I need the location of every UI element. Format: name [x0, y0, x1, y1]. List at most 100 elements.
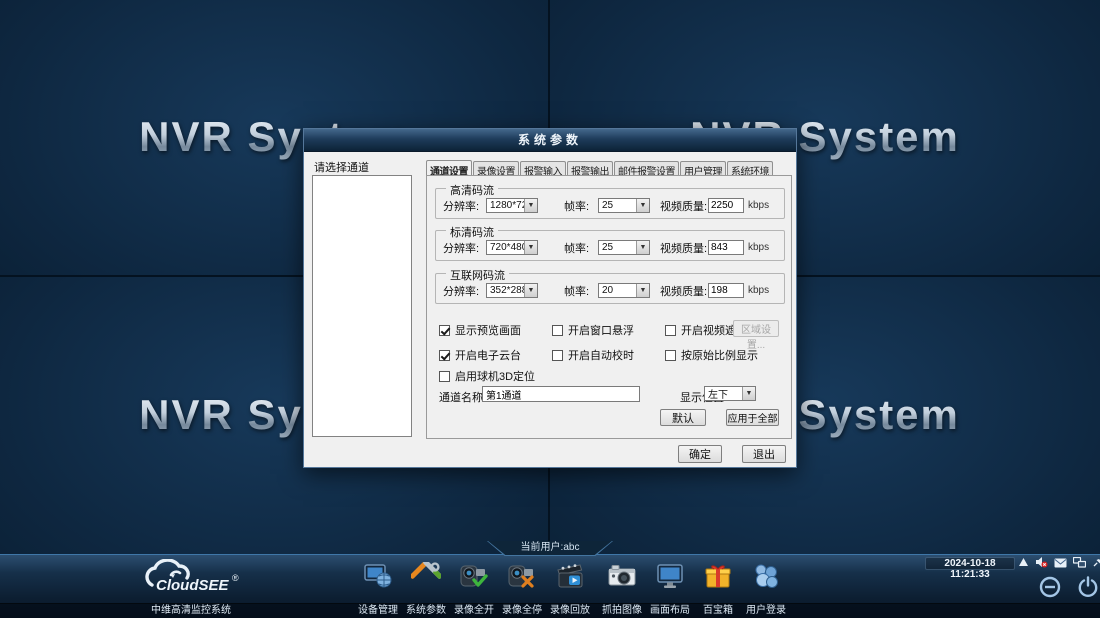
hd-quality-label: 视频质量: [660, 198, 707, 214]
settings-tabs: 通道设置 录像设置 报警输入 报警输出 邮件报警设置 用户管理 系统环境 [426, 161, 774, 176]
checkbox-box[interactable] [665, 325, 676, 336]
minimize-button[interactable] [1038, 575, 1062, 604]
chevron-down-icon: ▼ [636, 199, 649, 212]
device-management-icon [363, 562, 393, 595]
taskbar-item-label: 录像全开 [448, 604, 500, 617]
system-parameters-icon [411, 562, 441, 595]
taskbar-item-snapshot[interactable]: 抓拍图像 [596, 560, 648, 618]
apply-all-button[interactable]: 应用于全部 [726, 409, 779, 426]
chevron-down-icon: ▼ [524, 241, 537, 254]
default-button[interactable]: 默认 [660, 409, 706, 426]
tab-alarm-output[interactable]: 报警输出 [567, 161, 613, 176]
checkbox-box[interactable] [552, 350, 563, 361]
hd-resolution-label: 分辨率: [443, 198, 479, 214]
pin-icon[interactable] [1092, 555, 1100, 573]
tab-user-management[interactable]: 用户管理 [680, 161, 726, 176]
channel-settings-page: 高清码流 分辨率: 1280*720 ▼ 帧率: 25 ▼ 视频质量: kbps [426, 175, 792, 439]
sd-quality-input[interactable] [708, 240, 744, 255]
taskbar-item-record-all-stop[interactable]: 录像全停 [496, 560, 548, 618]
net-resolution-value: 352*288 [487, 285, 524, 296]
power-button[interactable] [1076, 575, 1100, 604]
dialog-body: 请选择通道 通道设置 录像设置 报警输入 报警输出 邮件报警设置 用户管理 系统… [304, 153, 796, 467]
taskbar-item-label: 百宝箱 [692, 604, 744, 617]
mail-icon[interactable] [1054, 555, 1067, 573]
channel-name-input[interactable] [482, 386, 640, 402]
checkbox-label: 开启窗口悬浮 [568, 322, 634, 338]
current-user-label: 当前用户:abc [488, 541, 612, 555]
exit-button[interactable]: 退出 [742, 445, 786, 463]
tray-icons [1018, 557, 1100, 570]
hd-framerate-select[interactable]: 25 ▼ [598, 198, 650, 213]
chevron-down-icon: ▼ [524, 199, 537, 212]
sd-quality-unit: kbps [748, 242, 769, 253]
net-quality-input[interactable] [708, 283, 744, 298]
sd-framerate-value: 25 [599, 242, 636, 253]
checkbox-box[interactable] [552, 325, 563, 336]
sd-stream-group: 标清码流 分辨率: 720*480 ▼ 帧率: 25 ▼ 视频质量: kbps [435, 230, 785, 261]
alarm-icon[interactable] [1018, 555, 1029, 573]
user-login-icon [751, 562, 781, 595]
sd-framerate-select[interactable]: 25 ▼ [598, 240, 650, 255]
dialog-title: 系统参数 [304, 129, 796, 152]
svg-text:®: ® [232, 573, 239, 583]
channel-listbox[interactable] [312, 175, 412, 437]
checkbox-window-float[interactable]: 开启窗口悬浮 [552, 322, 634, 338]
taskbar-item-label: 抓拍图像 [596, 604, 648, 617]
checkbox-label: 启用球机3D定位 [455, 368, 535, 384]
checkbox-box[interactable] [439, 371, 450, 382]
sd-resolution-value: 720*480 [487, 242, 524, 253]
tab-channel-settings[interactable]: 通道设置 [426, 160, 472, 175]
network-icon[interactable] [1073, 555, 1086, 573]
tab-email-alarm[interactable]: 邮件报警设置 [614, 161, 679, 176]
tab-system-environment[interactable]: 系统环境 [727, 161, 773, 176]
checkbox-box[interactable] [439, 325, 450, 336]
checkbox-show-preview[interactable]: 显示预览画面 [439, 322, 521, 338]
cloudsee-logo: CloudSEE ® [132, 559, 248, 601]
net-framerate-value: 20 [599, 285, 636, 296]
checkbox-box[interactable] [665, 350, 676, 361]
checkbox-auto-time-sync[interactable]: 开启自动校时 [552, 347, 634, 363]
taskbar: 当前用户:abc CloudSEE ® 中维高清监控系统 [0, 554, 1100, 618]
snapshot-icon [607, 562, 637, 595]
hd-framerate-label: 帧率: [564, 198, 589, 214]
sd-stream-title: 标清码流 [446, 224, 498, 240]
internet-stream-group: 互联网码流 分辨率: 352*288 ▼ 帧率: 20 ▼ 视频质量: kbps [435, 273, 785, 304]
display-position-select[interactable]: 左下 ▼ [704, 386, 756, 401]
system-name-label: 中维高清监控系统 [116, 604, 266, 617]
current-user-tab: 当前用户:abc [487, 541, 613, 556]
taskbar-item-record-playback[interactable]: 录像回放 [544, 560, 596, 618]
sd-resolution-select[interactable]: 720*480 ▼ [486, 240, 538, 255]
speaker-muted-icon[interactable] [1035, 555, 1048, 573]
channel-name-label: 通道名称 [439, 389, 483, 405]
checkbox-dome-3d-position[interactable]: 启用球机3D定位 [439, 368, 535, 384]
taskbar-item-user-login[interactable]: 用户登录 [740, 560, 792, 618]
area-settings-button[interactable]: 区域设置... [733, 320, 779, 337]
net-resolution-select[interactable]: 352*288 ▼ [486, 283, 538, 298]
checkbox-box[interactable] [439, 350, 450, 361]
taskbar-item-system-parameters[interactable]: 系统参数 [400, 560, 452, 618]
taskbar-item-device-management[interactable]: 设备管理 [352, 560, 404, 618]
datetime-display: 2024-10-18 11:21:33 [925, 557, 1015, 570]
net-framerate-select[interactable]: 20 ▼ [598, 283, 650, 298]
taskbar-item-toolbox[interactable]: 百宝箱 [692, 560, 744, 618]
hd-quality-input[interactable] [708, 198, 744, 213]
record-all-on-icon [459, 562, 489, 595]
ok-button[interactable]: 确定 [678, 445, 722, 463]
display-position-value: 左下 [705, 386, 742, 401]
taskbar-item-record-all-on[interactable]: 录像全开 [448, 560, 500, 618]
checkbox-label: 按原始比例显示 [681, 347, 758, 363]
tab-alarm-input[interactable]: 报警输入 [520, 161, 566, 176]
taskbar-item-screen-layout[interactable]: 画面布局 [644, 560, 696, 618]
record-playback-icon [555, 562, 585, 595]
nvr-main-screen: NVR System NVR System NVR System NVR Sys… [0, 0, 1100, 618]
checkbox-original-ratio[interactable]: 按原始比例显示 [665, 347, 758, 363]
chevron-down-icon: ▼ [636, 241, 649, 254]
net-resolution-label: 分辨率: [443, 283, 479, 299]
checkbox-electronic-ptz[interactable]: 开启电子云台 [439, 347, 521, 363]
tab-record-settings[interactable]: 录像设置 [473, 161, 519, 176]
taskbar-item-label: 录像全停 [496, 604, 548, 617]
hd-resolution-select[interactable]: 1280*720 ▼ [486, 198, 538, 213]
chevron-down-icon: ▼ [636, 284, 649, 297]
channel-select-label: 请选择通道 [314, 159, 369, 175]
taskbar-item-label: 系统参数 [400, 604, 452, 617]
